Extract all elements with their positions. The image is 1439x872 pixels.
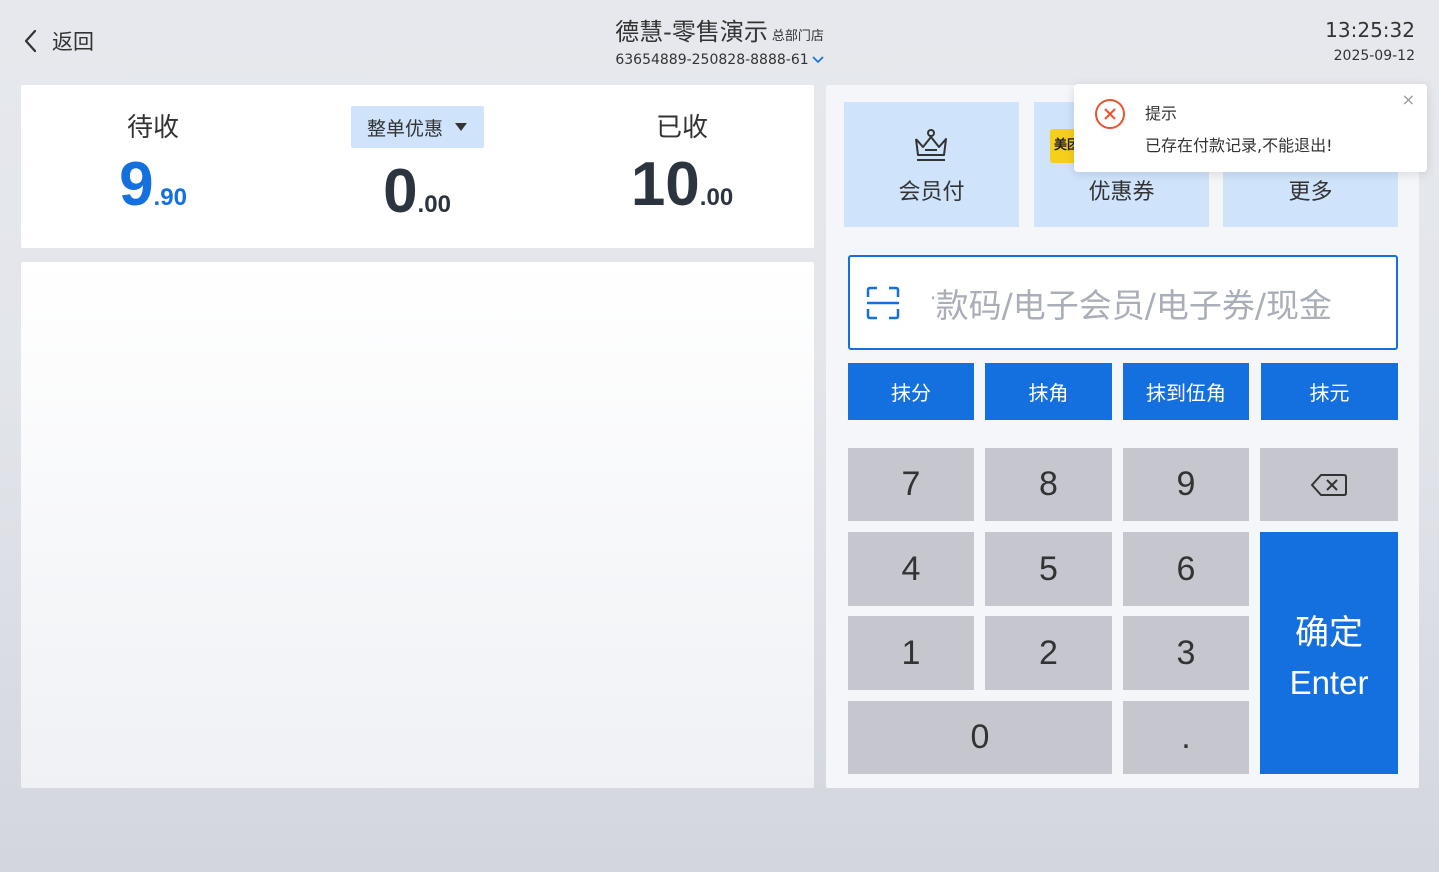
key-5[interactable]: 5 xyxy=(985,532,1112,606)
discount-amount-dec: .00 xyxy=(417,191,451,218)
store-subtitle: 总部门店 xyxy=(771,29,824,44)
order-id-text: 63654889-250828-8888-61 xyxy=(615,52,809,68)
key-3[interactable]: 3 xyxy=(1123,616,1249,690)
payment-record-list xyxy=(21,262,814,788)
received-amount-int: 10 xyxy=(630,150,700,219)
clock: 13:25:32 2025-09-12 xyxy=(1325,18,1415,64)
coupon-label: 优惠券 xyxy=(1088,180,1155,205)
order-id-selector[interactable]: 63654889-250828-8888-61 xyxy=(0,52,1439,68)
round-fen-button[interactable]: 抹分 xyxy=(848,363,974,420)
pending-column: 待收 9.90 xyxy=(23,85,283,220)
store-title-block: 德慧-零售演示 总部门店 xyxy=(0,12,1439,47)
clock-time: 13:25:32 xyxy=(1325,18,1415,42)
confirm-enter-button[interactable]: 确定 Enter xyxy=(1260,532,1398,774)
discount-label: 整单优惠 xyxy=(366,117,443,140)
caret-down-icon xyxy=(455,123,467,131)
enter-label: Enter xyxy=(1289,663,1369,701)
discount-amount: 0.00 xyxy=(287,156,547,227)
clock-date: 2025-09-12 xyxy=(1333,48,1415,64)
scan-input-box[interactable]: 付款码/电子会员/电子券/现金 xyxy=(848,255,1398,350)
toast-close-button[interactable]: × xyxy=(1402,90,1415,109)
chevron-down-icon xyxy=(812,56,824,64)
received-amount-dec: .00 xyxy=(699,184,734,211)
key-4[interactable]: 4 xyxy=(848,532,974,606)
more-label: 更多 xyxy=(1288,180,1333,205)
key-2[interactable]: 2 xyxy=(985,616,1112,690)
error-circle-icon xyxy=(1095,99,1125,129)
discount-amount-int: 0 xyxy=(383,157,418,226)
received-amount: 10.00 xyxy=(552,149,812,220)
key-9[interactable]: 9 xyxy=(1123,448,1249,521)
key-7[interactable]: 7 xyxy=(848,448,974,521)
store-title: 德慧-零售演示 xyxy=(615,18,768,46)
round-wujiao-button[interactable]: 抹到伍角 xyxy=(1123,363,1249,420)
confirm-label: 确定 xyxy=(1295,612,1363,653)
pending-label: 待收 xyxy=(126,113,179,143)
key-8[interactable]: 8 xyxy=(985,448,1112,521)
key-1[interactable]: 1 xyxy=(848,616,974,690)
toast-message: 已存在付款记录,不能退出! xyxy=(1145,136,1333,155)
round-jiao-button[interactable]: 抹角 xyxy=(985,363,1112,420)
payment-panel: 会员付 美团 优惠券 更多 付款码/电子会员/电子券/现金 抹分 抹角 抹到伍角… xyxy=(826,85,1419,788)
scan-placeholder: 付款码/电子会员/电子券/现金 xyxy=(932,286,1332,325)
top-bar: 返回 德慧-零售演示 总部门店 63654889-250828-8888-61 1… xyxy=(0,0,1439,84)
backspace-key[interactable] xyxy=(1260,448,1398,521)
discount-column: 整单优惠 0.00 xyxy=(287,85,547,227)
pending-amount-dec: .90 xyxy=(153,184,187,211)
received-column: 已收 10.00 xyxy=(552,85,812,220)
error-toast: 提示 已存在付款记录,不能退出! × xyxy=(1074,84,1427,172)
round-yuan-button[interactable]: 抹元 xyxy=(1261,363,1398,420)
key-dot[interactable]: . xyxy=(1123,701,1249,774)
scan-placeholder-clip: 付款码/电子会员/电子券/现金 xyxy=(932,257,1378,348)
member-pay-button[interactable]: 会员付 xyxy=(844,102,1019,227)
backspace-icon xyxy=(1311,473,1347,496)
whole-order-discount-dropdown[interactable]: 整单优惠 xyxy=(350,106,484,148)
scan-icon xyxy=(866,286,900,320)
key-0[interactable]: 0 xyxy=(848,701,1112,774)
toast-title: 提示 xyxy=(1145,104,1178,123)
amount-summary-card: 待收 9.90 整单优惠 0.00 已收 10.00 xyxy=(21,85,814,248)
pending-amount: 9.90 xyxy=(23,149,283,220)
pending-amount-int: 9 xyxy=(119,150,154,219)
key-6[interactable]: 6 xyxy=(1123,532,1249,606)
member-pay-label: 会员付 xyxy=(898,180,965,205)
received-label: 已收 xyxy=(655,113,708,143)
crown-icon xyxy=(915,129,947,161)
